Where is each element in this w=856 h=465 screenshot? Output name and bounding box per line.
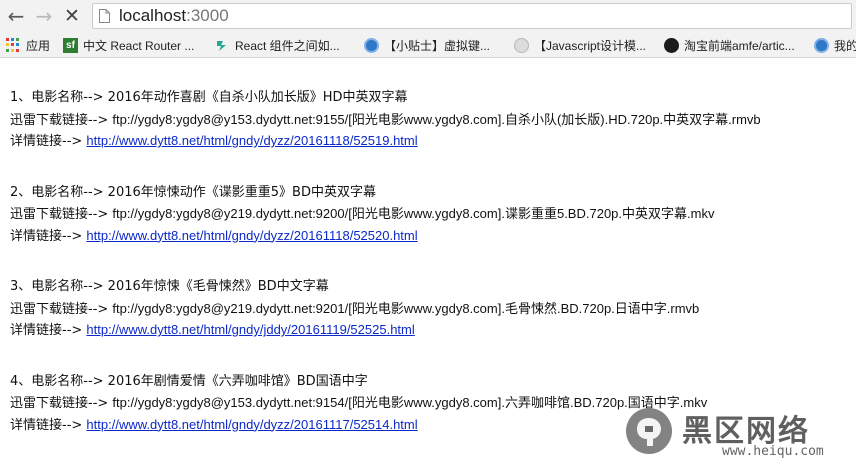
- movie-title: 3、电影名称--> 2016年惊悚《毛骨悚然》BD中文字幕: [10, 279, 329, 294]
- github-icon: [664, 37, 679, 53]
- url-port: :3000: [186, 6, 229, 25]
- download-label: 迅雷下载链接-->: [10, 396, 113, 411]
- bookmark-javascript-patterns[interactable]: 【Javascript设计模...: [514, 36, 646, 54]
- download-line: 迅雷下载链接--> ftp://ygdy8:ygdy8@y219.dydytt.…: [10, 298, 850, 320]
- detail-link[interactable]: http://www.dytt8.net/html/gndy/dyzz/2016…: [86, 417, 417, 432]
- apps-grid-icon: [6, 38, 20, 52]
- detail-line: 详情链接--> http://www.dytt8.net/html/gndy/j…: [10, 319, 850, 341]
- react-icon: [217, 40, 226, 51]
- detail-label: 详情链接-->: [10, 134, 87, 149]
- bookmark-label: 【小贴士】虚拟键...: [384, 38, 491, 53]
- detail-label: 详情链接-->: [10, 323, 87, 338]
- bookmark-apps[interactable]: 应用: [6, 36, 50, 54]
- detail-link[interactable]: http://www.dytt8.net/html/gndy/dyzz/2016…: [86, 228, 417, 243]
- download-link-text: ftp://ygdy8:ygdy8@y153.dydytt.net:9155/[…: [112, 111, 761, 127]
- address-bar[interactable]: localhost:3000: [92, 3, 852, 29]
- movie-entry: 2、电影名称--> 2016年惊悚动作《谍影重重5》BD中英双字幕 迅雷下载链接…: [10, 182, 850, 247]
- heiqu-logo-icon: [626, 408, 672, 454]
- movie-title: 4、电影名称--> 2016年剧情爱情《六弄咖啡馆》BD国语中字: [10, 373, 368, 389]
- browser-toolbar: ← → ✕ localhost:3000: [0, 0, 856, 33]
- detail-link[interactable]: http://www.dytt8.net/html/gndy/dyzz/2016…: [86, 133, 417, 148]
- bookmark-label: 淘宝前端amfe/artic...: [684, 38, 795, 53]
- download-link-text: ftp://ygdy8:ygdy8@y219.dydytt.net:9201/[…: [112, 300, 700, 316]
- download-label: 迅雷下载链接-->: [10, 112, 113, 128]
- url-text[interactable]: localhost:3000: [119, 6, 229, 26]
- bookmark-label: 我的: [834, 38, 856, 53]
- detail-label: 详情链接-->: [10, 417, 87, 433]
- movie-title: 1、电影名称--> 2016年动作喜剧《自杀小队加长版》HD中英双字幕: [10, 90, 408, 105]
- bookmark-label: 中文 React Router ...: [83, 38, 195, 53]
- bookmark-mine[interactable]: 我的: [814, 36, 856, 54]
- bookmark-virtual-keyboard[interactable]: 【小贴士】虚拟键...: [364, 36, 490, 54]
- download-link-text: ftp://ygdy8:ygdy8@y153.dydytt.net:9154/[…: [112, 395, 708, 410]
- bookmark-label: 【Javascript设计模...: [534, 38, 647, 53]
- bookmark-react-components[interactable]: React 组件之间如...: [215, 36, 340, 54]
- watermark-subtitle: www.heiqu.com: [722, 444, 824, 459]
- bookmarks-bar: 应用 sf 中文 React Router ... React 组件之间如...…: [0, 33, 856, 58]
- bookmark-label: 应用: [26, 38, 51, 53]
- detail-link[interactable]: http://www.dytt8.net/html/gndy/jddy/2016…: [86, 322, 414, 337]
- download-line: 迅雷下载链接--> ftp://ygdy8:ygdy8@y153.dydytt.…: [10, 109, 850, 131]
- bookmark-label: React 组件之间如...: [235, 38, 340, 53]
- gray-globe-icon: [514, 37, 529, 53]
- back-arrow-icon[interactable]: ←: [4, 4, 28, 28]
- download-label: 迅雷下载链接-->: [10, 207, 113, 222]
- blue-globe-icon: [814, 37, 829, 53]
- download-label: 迅雷下载链接-->: [10, 301, 113, 317]
- detail-line: 详情链接--> http://www.dytt8.net/html/gndy/d…: [10, 130, 850, 152]
- stop-x-icon[interactable]: ✕: [60, 4, 84, 28]
- bookmark-react-router[interactable]: sf 中文 React Router ...: [63, 36, 194, 54]
- url-host: localhost: [119, 6, 187, 25]
- movie-entry: 1、电影名称--> 2016年动作喜剧《自杀小队加长版》HD中英双字幕 迅雷下载…: [10, 87, 850, 152]
- movie-title: 2、电影名称--> 2016年惊悚动作《谍影重重5》BD中英双字幕: [10, 184, 376, 200]
- watermark: 黑区网络 www.heiqu.com: [622, 404, 856, 462]
- sf-icon: sf: [63, 37, 78, 53]
- detail-label: 详情链接-->: [10, 228, 87, 244]
- download-line: 迅雷下载链接--> ftp://ygdy8:ygdy8@y219.dydytt.…: [10, 203, 850, 225]
- detail-line: 详情链接--> http://www.dytt8.net/html/gndy/d…: [10, 225, 850, 247]
- download-link-text: ftp://ygdy8:ygdy8@y219.dydytt.net:9200/[…: [112, 206, 715, 221]
- bookmark-amfe-article[interactable]: 淘宝前端amfe/artic...: [664, 36, 795, 54]
- page-icon: [99, 9, 110, 23]
- blue-globe-icon: [364, 37, 379, 53]
- movie-entry: 3、电影名称--> 2016年惊悚《毛骨悚然》BD中文字幕 迅雷下载链接--> …: [10, 276, 850, 341]
- forward-arrow-icon[interactable]: →: [32, 4, 56, 28]
